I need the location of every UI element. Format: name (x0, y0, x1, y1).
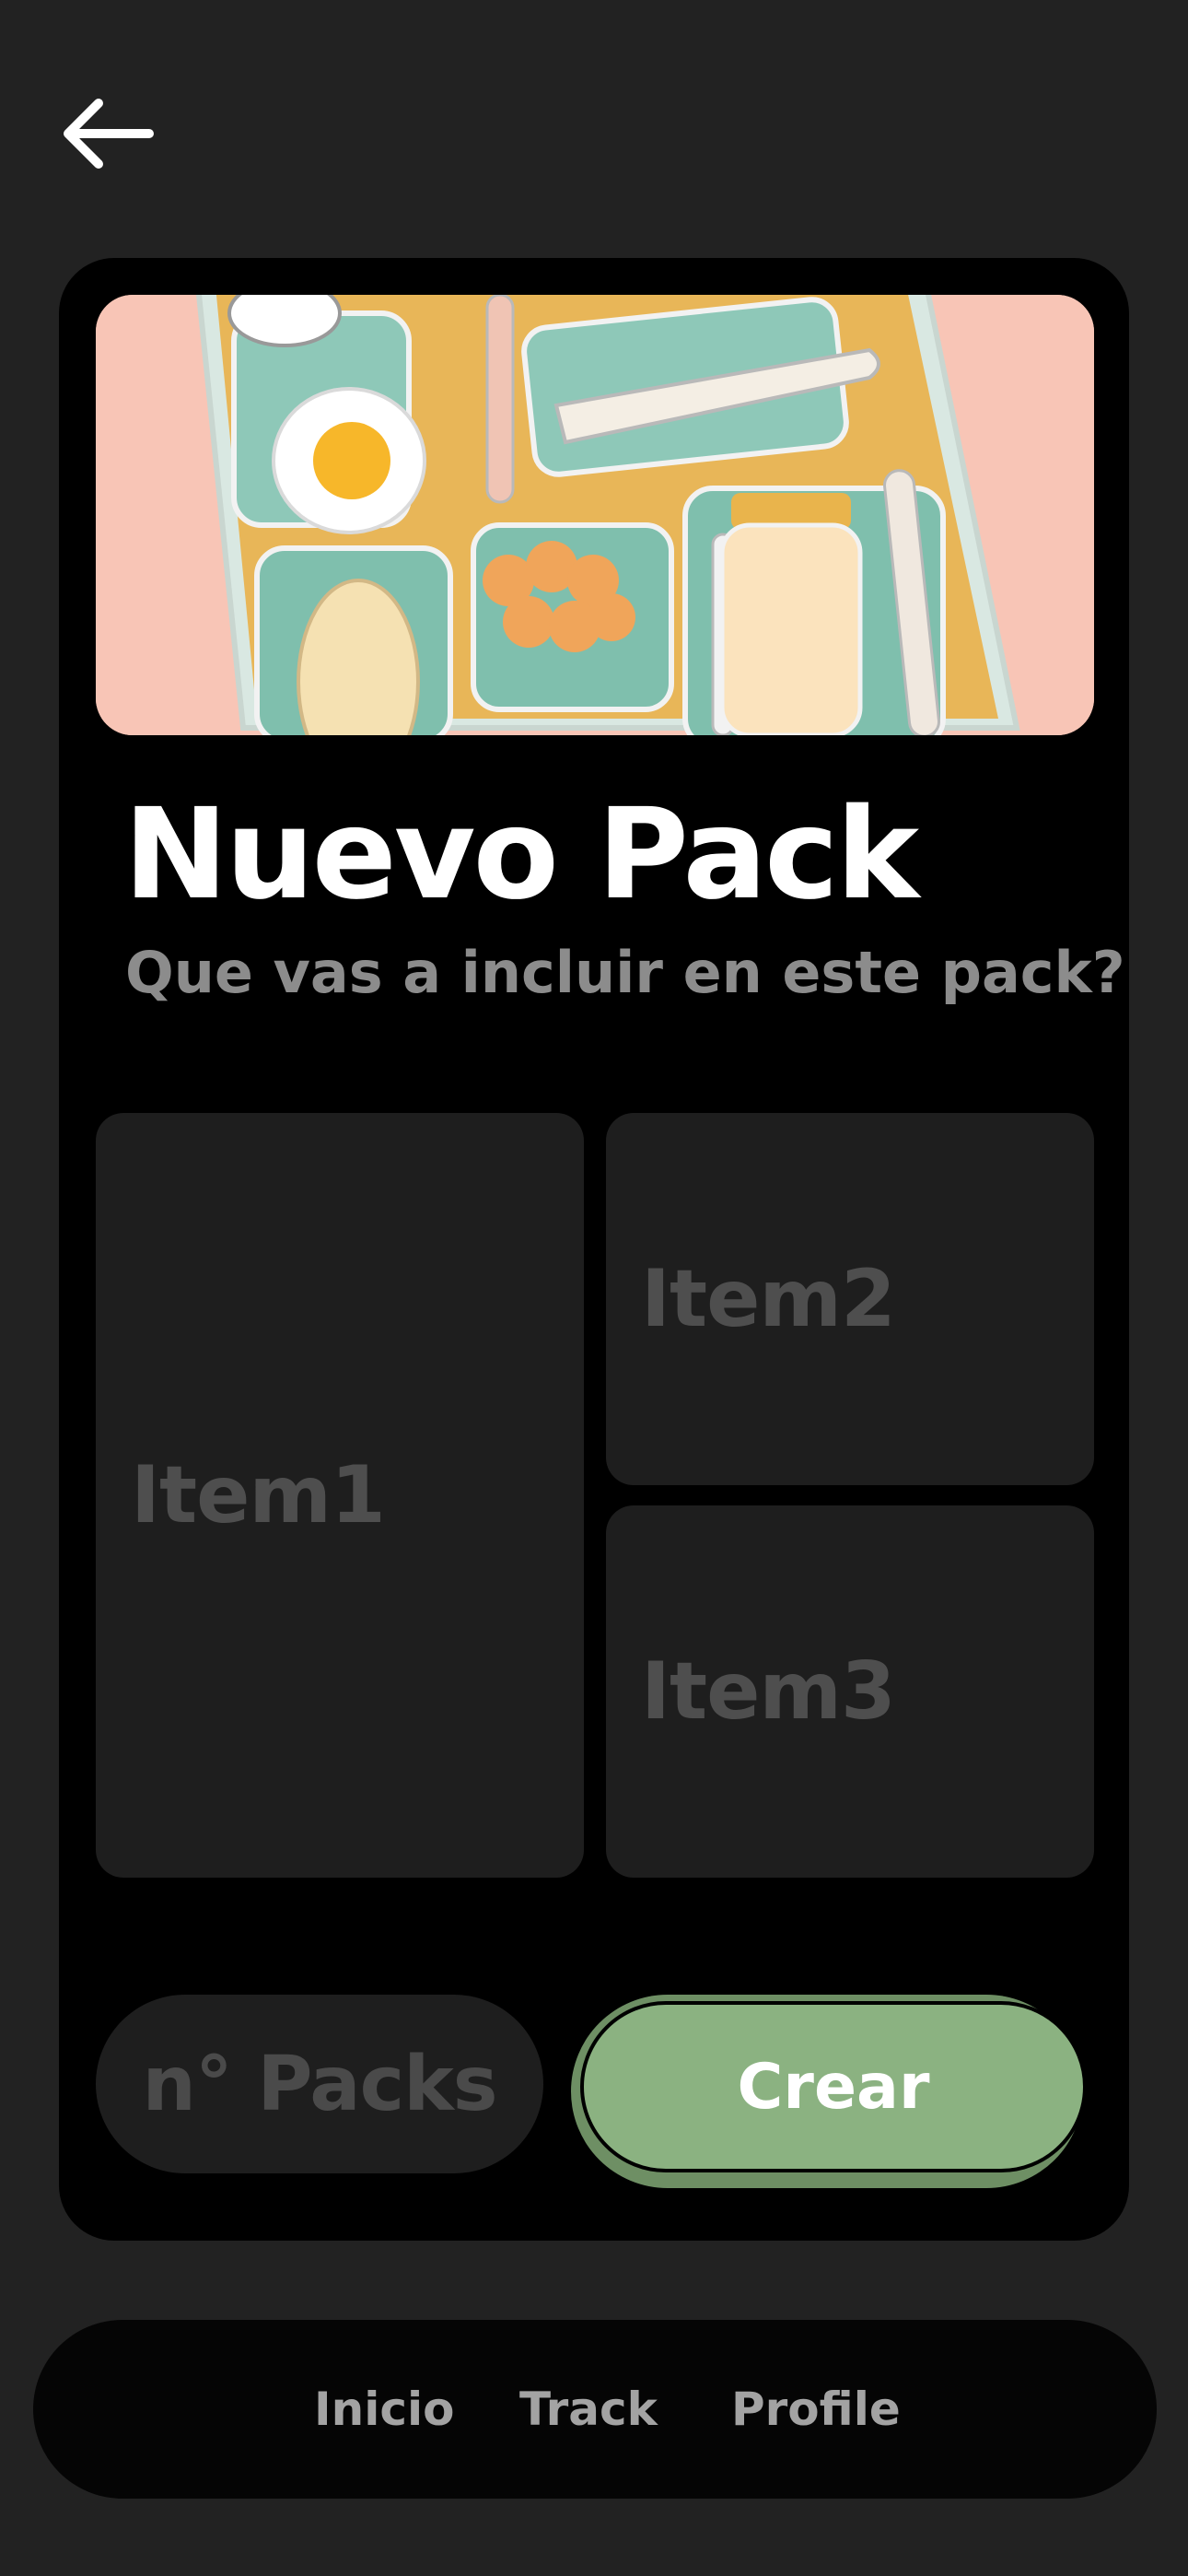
create-button-label: Crear (737, 2050, 930, 2124)
create-button[interactable]: Crear (580, 2001, 1087, 2172)
item-2-slot[interactable]: Item2 (606, 1113, 1094, 1485)
hero-image (96, 295, 1094, 735)
nav-item-track[interactable]: Track (519, 2320, 658, 2499)
arrow-left-icon (64, 99, 154, 169)
packs-count-input[interactable]: n° Packs (96, 1995, 543, 2173)
packs-count-placeholder: n° Packs (142, 2040, 497, 2128)
item-1-label: Item1 (131, 1449, 386, 1541)
page-title: Nuevo Pack (123, 782, 919, 928)
back-button[interactable] (57, 92, 158, 175)
item-2-label: Item2 (641, 1253, 896, 1345)
page-subtitle: Que vas a incluir en este pack? (125, 939, 1125, 1006)
nav-item-profile[interactable]: Profile (731, 2320, 901, 2499)
nav-item-inicio[interactable]: Inicio (314, 2320, 454, 2499)
item-3-label: Item3 (641, 1645, 896, 1738)
item-3-slot[interactable]: Item3 (606, 1505, 1094, 1878)
new-pack-card: Nuevo Pack Que vas a incluir en este pac… (59, 258, 1129, 2241)
item-1-slot[interactable]: Item1 (96, 1113, 584, 1878)
bottom-nav: Inicio Track Profile (33, 2320, 1157, 2499)
